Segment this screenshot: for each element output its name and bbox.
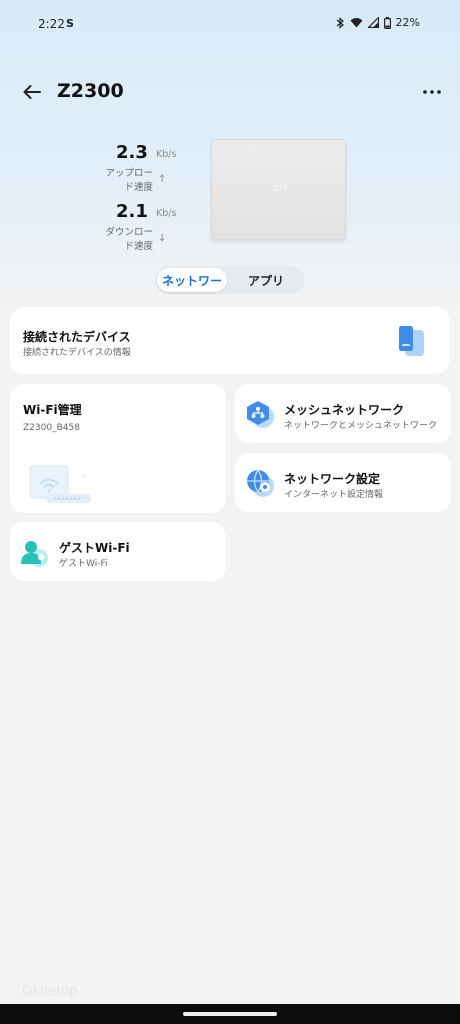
wifi-icon [350, 17, 363, 28]
router-image: ZTE [211, 139, 346, 240]
page-title: Z2300 [57, 80, 124, 102]
more-options-button[interactable] [418, 78, 446, 106]
bluetooth-icon [336, 16, 345, 29]
home-gesture-handle[interactable] [183, 1012, 277, 1016]
back-button[interactable] [18, 78, 46, 106]
battery-icon [383, 16, 391, 29]
guest-user-icon [21, 541, 48, 567]
download-arrow-icon: ↓ [158, 233, 167, 244]
tab-network[interactable]: ネットワー [157, 268, 227, 292]
mesh-network-card[interactable]: メッシュネットワーク ネットワークとメッシュネットワーク [235, 384, 451, 443]
status-time: 2:22 [38, 17, 65, 31]
upload-speed-value: 2.3 [116, 142, 148, 163]
download-speed-value: 2.1 [116, 201, 148, 222]
connected-devices-title: 接続されたデバイス [23, 330, 131, 344]
upload-speed-unit: Kb/s [156, 149, 177, 160]
battery-percent: 22% [395, 16, 420, 29]
more-dots-icon [423, 90, 441, 94]
network-settings-icon [247, 469, 274, 497]
watermark: Oknetop [22, 984, 78, 999]
upload-arrow-icon: ↑ [158, 174, 167, 185]
connected-devices-subtitle: 接続されたデバイスの情報 [23, 348, 131, 358]
wifi-management-card[interactable]: Wi-Fi管理 Z2300_B458 [10, 384, 226, 513]
network-settings-card[interactable]: ネットワーク設定 インターネット設定情報 [235, 453, 451, 512]
network-settings-subtitle: インターネット設定情報 [284, 490, 384, 500]
app-header: Z2300 [0, 72, 460, 112]
mesh-network-title: メッシュネットワーク [284, 403, 405, 417]
devices-icon [399, 326, 424, 356]
notification-icon: S [66, 17, 74, 30]
connected-devices-card[interactable]: 接続されたデバイス 接続されたデバイスの情報 [10, 307, 450, 374]
navigation-bar [0, 1004, 460, 1024]
mesh-network-subtitle: ネットワークとメッシュネットワーク [284, 421, 438, 431]
guest-wifi-title: ゲストWi-Fi [59, 541, 130, 555]
network-settings-title: ネットワーク設定 [284, 472, 381, 486]
status-icons: 22% [336, 16, 420, 29]
download-speed-label: ダウンロード速度 [105, 227, 153, 252]
tab-apps[interactable]: アプリ [229, 268, 303, 292]
guest-wifi-subtitle: ゲストWi-Fi [59, 559, 108, 569]
router-logo: ZTE [274, 184, 288, 192]
download-speed-unit: Kb/s [156, 208, 177, 219]
status-bar: 2:22 S 22% [0, 0, 460, 50]
wifi-router-icon [29, 465, 91, 503]
back-arrow-icon [23, 85, 41, 99]
mesh-network-icon [247, 401, 274, 428]
wifi-management-title: Wi-Fi管理 [23, 403, 82, 417]
upload-speed-label: アップロード速度 [105, 168, 153, 193]
wifi-management-subtitle: Z2300_B458 [23, 423, 80, 433]
cell-signal-icon [367, 17, 379, 28]
view-toggle: ネットワー アプリ [155, 266, 305, 294]
guest-wifi-card[interactable]: ゲストWi-Fi ゲストWi-Fi [10, 522, 226, 581]
